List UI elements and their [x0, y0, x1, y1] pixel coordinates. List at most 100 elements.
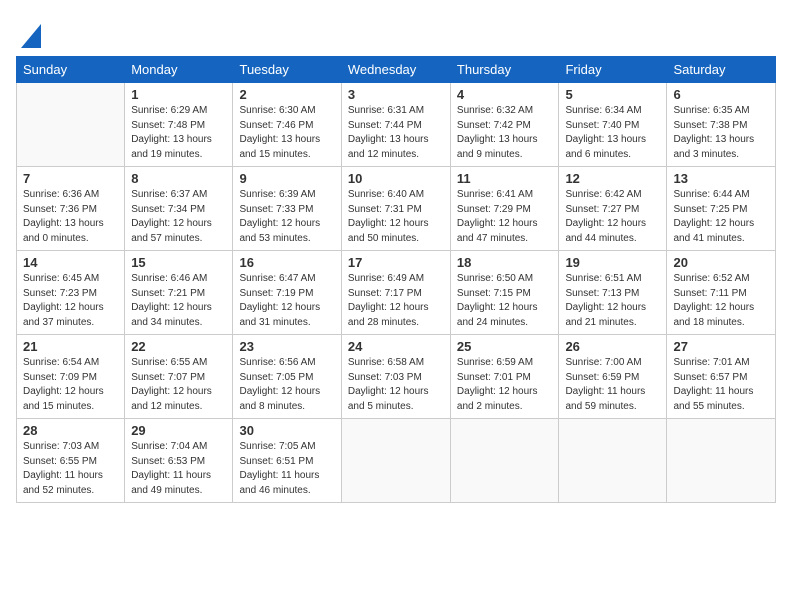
- calendar-cell: 12Sunrise: 6:42 AM Sunset: 7:27 PM Dayli…: [559, 167, 667, 251]
- day-info: Sunrise: 6:30 AM Sunset: 7:46 PM Dayligh…: [239, 104, 334, 162]
- day-number: 25: [457, 339, 553, 354]
- day-info: Sunrise: 6:59 AM Sunset: 7:01 PM Dayligh…: [457, 356, 553, 414]
- day-info: Sunrise: 6:42 AM Sunset: 7:27 PM Dayligh…: [565, 188, 660, 246]
- day-number: 26: [565, 339, 660, 354]
- day-number: 9: [239, 171, 334, 186]
- calendar-cell: [667, 419, 776, 503]
- day-info: Sunrise: 6:36 AM Sunset: 7:36 PM Dayligh…: [23, 188, 118, 246]
- calendar-cell: 30 Sunrise: 7:05 AM Sunset: 6:51 PM Dayli…: [233, 419, 341, 503]
- day-info: Sunrise: 6:50 AM Sunset: 7:15 PM Dayligh…: [457, 272, 553, 330]
- day-info: Sunrise: 6:46 AM Sunset: 7:21 PM Dayligh…: [131, 272, 226, 330]
- calendar-cell: 14 Sunrise: 6:45 AM Sunset: 7:23 PM Dayli…: [17, 251, 125, 335]
- calendar-week-row: 7 Sunrise: 6:36 AM Sunset: 7:36 PM Daylig…: [17, 167, 776, 251]
- day-info: Sunrise: 7:05 AM Sunset: 6:51 PM Dayligh…: [239, 440, 334, 498]
- calendar: SundayMondayTuesdayWednesdayThursdayFrid…: [16, 56, 776, 503]
- day-number: 5: [565, 87, 660, 102]
- day-number: 18: [457, 255, 553, 270]
- calendar-cell: 1Sunrise: 6:29 AM Sunset: 7:48 PM Daylig…: [125, 83, 233, 167]
- day-number: 24: [348, 339, 444, 354]
- day-info: Sunrise: 7:03 AM Sunset: 6:55 PM Dayligh…: [23, 440, 118, 498]
- day-info: Sunrise: 6:47 AM Sunset: 7:19 PM Dayligh…: [239, 272, 334, 330]
- calendar-cell: [559, 419, 667, 503]
- calendar-cell: 16 Sunrise: 6:47 AM Sunset: 7:19 PM Dayli…: [233, 251, 341, 335]
- day-info: Sunrise: 6:41 AM Sunset: 7:29 PM Dayligh…: [457, 188, 553, 246]
- day-info: Sunrise: 6:44 AM Sunset: 7:25 PM Dayligh…: [673, 188, 769, 246]
- calendar-header-row: SundayMondayTuesdayWednesdayThursdayFrid…: [17, 57, 776, 83]
- calendar-cell: 23 Sunrise: 6:56 AM Sunset: 7:05 PM Dayli…: [233, 335, 341, 419]
- calendar-cell: 15 Sunrise: 6:46 AM Sunset: 7:21 PM Dayli…: [125, 251, 233, 335]
- day-info: Sunrise: 6:54 AM Sunset: 7:09 PM Dayligh…: [23, 356, 118, 414]
- calendar-cell: [450, 419, 559, 503]
- day-info: Sunrise: 6:37 AM Sunset: 7:34 PM Dayligh…: [131, 188, 226, 246]
- calendar-cell: 28 Sunrise: 7:03 AM Sunset: 6:55 PM Dayli…: [17, 419, 125, 503]
- day-info: Sunrise: 6:52 AM Sunset: 7:11 PM Dayligh…: [673, 272, 769, 330]
- calendar-cell: 4Sunrise: 6:32 AM Sunset: 7:42 PM Daylig…: [450, 83, 559, 167]
- calendar-cell: 10 Sunrise: 6:40 AM Sunset: 7:31 PM Dayli…: [341, 167, 450, 251]
- day-number: 4: [457, 87, 553, 102]
- calendar-cell: [17, 83, 125, 167]
- day-number: 27: [673, 339, 769, 354]
- day-info: Sunrise: 6:58 AM Sunset: 7:03 PM Dayligh…: [348, 356, 444, 414]
- day-info: Sunrise: 6:56 AM Sunset: 7:05 PM Dayligh…: [239, 356, 334, 414]
- day-number: 23: [239, 339, 334, 354]
- calendar-cell: 25 Sunrise: 6:59 AM Sunset: 7:01 PM Dayli…: [450, 335, 559, 419]
- day-number: 13: [673, 171, 769, 186]
- calendar-week-row: 28 Sunrise: 7:03 AM Sunset: 6:55 PM Dayli…: [17, 419, 776, 503]
- day-number: 21: [23, 339, 118, 354]
- calendar-cell: 5 Sunrise: 6:34 AM Sunset: 7:40 PM Daylig…: [559, 83, 667, 167]
- day-number: 28: [23, 423, 118, 438]
- header-monday: Monday: [125, 57, 233, 83]
- day-info: Sunrise: 7:00 AM Sunset: 6:59 PM Dayligh…: [565, 356, 660, 414]
- calendar-cell: 2 Sunrise: 6:30 AM Sunset: 7:46 PM Daylig…: [233, 83, 341, 167]
- day-number: 3: [348, 87, 444, 102]
- header-sunday: Sunday: [17, 57, 125, 83]
- header: [16, 16, 776, 48]
- day-number: 8: [131, 171, 226, 186]
- calendar-week-row: 14 Sunrise: 6:45 AM Sunset: 7:23 PM Dayli…: [17, 251, 776, 335]
- calendar-week-row: 1Sunrise: 6:29 AM Sunset: 7:48 PM Daylig…: [17, 83, 776, 167]
- calendar-cell: 20 Sunrise: 6:52 AM Sunset: 7:11 PM Dayli…: [667, 251, 776, 335]
- calendar-cell: 9 Sunrise: 6:39 AM Sunset: 7:33 PM Daylig…: [233, 167, 341, 251]
- day-number: 6: [673, 87, 769, 102]
- day-info: Sunrise: 7:04 AM Sunset: 6:53 PM Dayligh…: [131, 440, 226, 498]
- header-saturday: Saturday: [667, 57, 776, 83]
- day-info: Sunrise: 6:55 AM Sunset: 7:07 PM Dayligh…: [131, 356, 226, 414]
- day-number: 16: [239, 255, 334, 270]
- calendar-cell: 6 Sunrise: 6:35 AM Sunset: 7:38 PM Daylig…: [667, 83, 776, 167]
- day-number: 29: [131, 423, 226, 438]
- calendar-cell: 11 Sunrise: 6:41 AM Sunset: 7:29 PM Dayli…: [450, 167, 559, 251]
- day-number: 11: [457, 171, 553, 186]
- day-number: 10: [348, 171, 444, 186]
- day-info: Sunrise: 6:29 AM Sunset: 7:48 PM Dayligh…: [131, 104, 226, 162]
- calendar-cell: 26 Sunrise: 7:00 AM Sunset: 6:59 PM Dayli…: [559, 335, 667, 419]
- calendar-cell: 3 Sunrise: 6:31 AM Sunset: 7:44 PM Daylig…: [341, 83, 450, 167]
- header-tuesday: Tuesday: [233, 57, 341, 83]
- calendar-cell: 24 Sunrise: 6:58 AM Sunset: 7:03 PM Dayli…: [341, 335, 450, 419]
- day-number: 20: [673, 255, 769, 270]
- day-info: Sunrise: 6:51 AM Sunset: 7:13 PM Dayligh…: [565, 272, 660, 330]
- calendar-cell: 21 Sunrise: 6:54 AM Sunset: 7:09 PM Dayli…: [17, 335, 125, 419]
- calendar-cell: 18 Sunrise: 6:50 AM Sunset: 7:15 PM Dayli…: [450, 251, 559, 335]
- calendar-cell: [341, 419, 450, 503]
- day-info: Sunrise: 6:34 AM Sunset: 7:40 PM Dayligh…: [565, 104, 660, 162]
- day-number: 17: [348, 255, 444, 270]
- calendar-cell: 29 Sunrise: 7:04 AM Sunset: 6:53 PM Dayli…: [125, 419, 233, 503]
- day-number: 7: [23, 171, 118, 186]
- day-info: Sunrise: 6:49 AM Sunset: 7:17 PM Dayligh…: [348, 272, 444, 330]
- day-number: 19: [565, 255, 660, 270]
- day-number: 2: [239, 87, 334, 102]
- logo-icon: [19, 20, 41, 48]
- calendar-cell: 22Sunrise: 6:55 AM Sunset: 7:07 PM Dayli…: [125, 335, 233, 419]
- day-info: Sunrise: 6:31 AM Sunset: 7:44 PM Dayligh…: [348, 104, 444, 162]
- day-number: 15: [131, 255, 226, 270]
- day-info: Sunrise: 6:35 AM Sunset: 7:38 PM Dayligh…: [673, 104, 769, 162]
- calendar-cell: 7 Sunrise: 6:36 AM Sunset: 7:36 PM Daylig…: [17, 167, 125, 251]
- day-info: Sunrise: 6:45 AM Sunset: 7:23 PM Dayligh…: [23, 272, 118, 330]
- day-number: 14: [23, 255, 118, 270]
- calendar-week-row: 21 Sunrise: 6:54 AM Sunset: 7:09 PM Dayli…: [17, 335, 776, 419]
- calendar-cell: 17 Sunrise: 6:49 AM Sunset: 7:17 PM Dayli…: [341, 251, 450, 335]
- day-number: 30: [239, 423, 334, 438]
- day-info: Sunrise: 6:40 AM Sunset: 7:31 PM Dayligh…: [348, 188, 444, 246]
- header-wednesday: Wednesday: [341, 57, 450, 83]
- day-info: Sunrise: 6:39 AM Sunset: 7:33 PM Dayligh…: [239, 188, 334, 246]
